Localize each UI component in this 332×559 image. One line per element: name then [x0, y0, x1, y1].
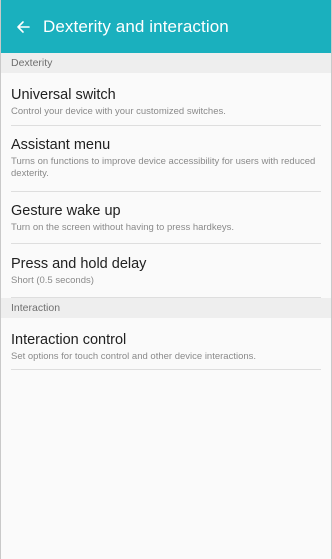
item-subtitle: Set options for touch control and other … — [11, 351, 257, 362]
section-header-dexterity: Dexterity — [1, 53, 331, 73]
list-item-interaction-control[interactable]: Interaction control Set options for touc… — [11, 318, 321, 370]
item-title: Universal switch — [11, 87, 116, 103]
arrow-left-icon[interactable] — [13, 17, 33, 37]
item-title: Gesture wake up — [11, 203, 121, 219]
item-subtitle: Turn on the screen without having to pre… — [11, 222, 235, 233]
list-item-assistant-menu[interactable]: Assistant menu Turns on functions to imp… — [11, 126, 321, 192]
item-subtitle: Short (0.5 seconds) — [11, 275, 94, 286]
item-title: Assistant menu — [11, 137, 111, 153]
item-title: Interaction control — [11, 332, 127, 348]
item-title: Press and hold delay — [11, 256, 147, 272]
item-subtitle: Control your device with your customized… — [11, 106, 226, 117]
list-item-universal-switch[interactable]: Universal switch Control your device wit… — [11, 73, 321, 126]
item-subtitle: Turns on functions to improve device acc… — [11, 156, 316, 179]
settings-screen: Dexterity and interaction Dexterity Univ… — [0, 0, 332, 559]
page-title: Dexterity and interaction — [43, 16, 229, 36]
list-item-gesture-wake-up[interactable]: Gesture wake up Turn on the screen witho… — [11, 192, 321, 244]
section-header-interaction: Interaction — [1, 298, 331, 318]
list-item-press-and-hold-delay[interactable]: Press and hold delay Short (0.5 seconds) — [11, 244, 321, 298]
app-bar: Dexterity and interaction — [1, 0, 331, 53]
